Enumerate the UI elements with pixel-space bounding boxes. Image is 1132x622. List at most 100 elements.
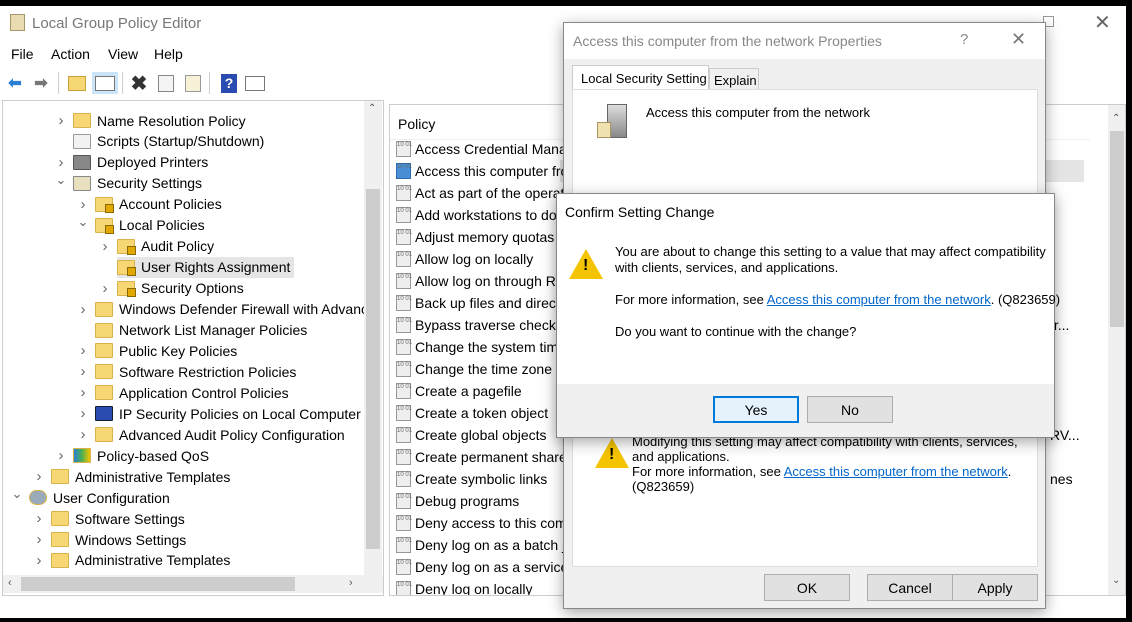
tree-item[interactable]: › Windows Settings [37,529,190,550]
policy-row[interactable]: 10 01 Allow log on through R [396,270,556,292]
expand-chevron-icon[interactable]: › [77,426,89,443]
confirm-help-link[interactable]: Access this computer from the network [767,292,991,307]
tree-item[interactable]: › Audit Policy [103,236,218,257]
tree-item[interactable]: › Software Settings [37,508,189,529]
policy-row[interactable]: 10 01 Create global objects [396,424,547,446]
policy-row[interactable]: 10 01 Change the time zone [396,358,552,380]
collapse-chevron-icon[interactable]: ⌄ [55,172,67,188]
expand-chevron-icon[interactable]: › [77,342,89,359]
policy-row[interactable]: 10 01 Deny log on as a batch jo [396,534,573,556]
expand-chevron-icon[interactable]: › [77,301,89,318]
policy-row[interactable]: 10 01 Back up files and direct [396,292,560,314]
tree-vertical-scrollbar[interactable]: ⌃ [364,101,382,575]
tree-item[interactable]: › Security Options [103,278,248,299]
policy-row[interactable]: 10 01 Access Credential Manag [396,138,575,160]
more-info-text: For more information, see [632,464,784,479]
tree-item[interactable]: ⌄ Security Settings [56,172,206,194]
tree-item[interactable]: › Administrative Templates [37,550,234,571]
apply-button[interactable]: Apply [952,574,1038,601]
yes-button[interactable]: Yes [713,396,799,423]
tree-item[interactable]: › Software Restriction Policies [81,361,300,382]
tree-item[interactable]: › Public Key Policies [81,340,241,361]
expand-chevron-icon[interactable]: › [77,405,89,422]
scroll-up-icon[interactable]: ⌃ [1112,113,1120,124]
menu-file[interactable]: File [11,46,34,62]
tree-item[interactable]: › Policy-based QoS [59,445,213,466]
export-list-icon[interactable] [182,72,204,94]
help-button[interactable]: ? [960,31,968,48]
tree-item[interactable]: User Rights Assignment [117,256,295,278]
show-action-pane-icon[interactable] [244,72,266,94]
collapse-chevron-icon[interactable]: ⌄ [11,486,23,502]
properties-icon[interactable] [155,72,177,94]
tab-local-security-setting[interactable]: Local Security Setting [572,65,709,90]
tree-item[interactable]: › Name Resolution Policy [59,110,250,131]
policy-row[interactable]: 10 01 Bypass traverse checkin [396,314,567,336]
delete-icon[interactable]: ✖ [128,72,150,95]
policy-row[interactable]: 10 01 Deny log on as a service [396,556,568,578]
scroll-left-icon[interactable]: ‹ [8,577,12,589]
tree-item[interactable]: › Windows Defender Firewall with Advance [81,299,380,320]
policy-row[interactable]: 10 01 Adjust memory quotas [396,226,554,248]
tree-item[interactable]: › IP Security Policies on Local Computer [81,403,365,424]
policy-row[interactable]: 10 01 Allow log on locally [396,248,533,270]
tree-item[interactable]: › Administrative Templates [37,466,234,487]
policy-help-link[interactable]: Access this computer from the network [784,464,1008,479]
menu-help[interactable]: Help [154,46,183,62]
expand-chevron-icon[interactable]: › [33,468,45,485]
back-arrow-icon[interactable]: ⬅ [4,72,26,94]
column-header-policy[interactable]: Policy [398,116,435,132]
tree-item[interactable]: Scripts (Startup/Shutdown) [73,131,268,152]
expand-chevron-icon[interactable]: › [55,112,67,129]
tree-item[interactable]: ⌄ Local Policies [78,214,209,236]
collapse-chevron-icon[interactable]: ⌄ [77,214,89,230]
policy-row[interactable]: 10 01 Create a token object [396,402,548,424]
menu-view[interactable]: View [108,46,138,62]
expand-chevron-icon[interactable]: › [33,531,45,548]
tree-item[interactable]: ⌄ User Configuration [12,486,174,508]
menu-action[interactable]: Action [51,46,90,62]
scroll-thumb[interactable] [1110,131,1124,327]
show-hide-tree-icon[interactable] [92,72,118,94]
policy-row[interactable]: 10 01 Debug programs [396,490,519,512]
scroll-thumb[interactable] [21,577,295,591]
policy-row[interactable]: 10 01 Act as part of the operati [396,182,568,204]
tree-horizontal-scrollbar[interactable]: ‹ › [3,575,383,593]
expand-chevron-icon[interactable]: › [77,196,89,213]
list-vertical-scrollbar[interactable]: ⌃ ⌄ [1108,105,1125,595]
forward-arrow-icon[interactable]: ➡ [30,72,52,94]
tree-item[interactable]: › Application Control Policies [81,382,293,403]
expand-chevron-icon[interactable]: › [33,552,45,569]
scroll-thumb[interactable] [366,189,380,549]
scroll-up-icon[interactable]: ⌃ [368,103,376,114]
policy-row[interactable]: 10 01 Create a pagefile [396,380,522,402]
tree-item[interactable]: Network List Manager Policies [95,320,311,341]
tree-item[interactable]: › Account Policies [81,194,226,215]
expand-chevron-icon[interactable]: › [99,280,111,297]
expand-chevron-icon[interactable]: › [55,447,67,464]
policy-row[interactable]: 10 01 Add workstations to do [396,204,557,226]
policy-row[interactable]: 10 01 Create permanent shared [396,446,575,468]
cancel-button[interactable]: Cancel [867,574,953,601]
help-icon[interactable]: ? [218,72,240,94]
close-button[interactable]: ✕ [1011,29,1026,50]
scroll-down-icon[interactable]: ⌄ [1112,575,1120,586]
policy-row[interactable]: 10 01 Access this computer fro [396,160,568,182]
expand-chevron-icon[interactable]: › [33,510,45,527]
tree-item[interactable]: › Advanced Audit Policy Configuration [81,424,349,445]
up-folder-icon[interactable] [68,75,86,91]
policy-row[interactable]: 10 01 Create symbolic links [396,468,547,490]
policy-row[interactable]: 10 01 Change the system tim [396,336,558,358]
tree-item[interactable]: › Deployed Printers [59,152,212,173]
expand-chevron-icon[interactable]: › [77,363,89,380]
policy-row[interactable]: 10 01 Deny log on locally [396,578,533,595]
expand-chevron-icon[interactable]: › [55,154,67,171]
no-button[interactable]: No [807,396,893,423]
expand-chevron-icon[interactable]: › [77,384,89,401]
tab-explain[interactable]: Explain [709,68,759,90]
expand-chevron-icon[interactable]: › [99,238,111,255]
close-button[interactable]: ✕ [1094,10,1111,35]
ok-button[interactable]: OK [764,574,850,601]
policy-row[interactable]: 10 01 Deny access to this comp [396,512,575,534]
scroll-right-icon[interactable]: › [349,577,353,589]
